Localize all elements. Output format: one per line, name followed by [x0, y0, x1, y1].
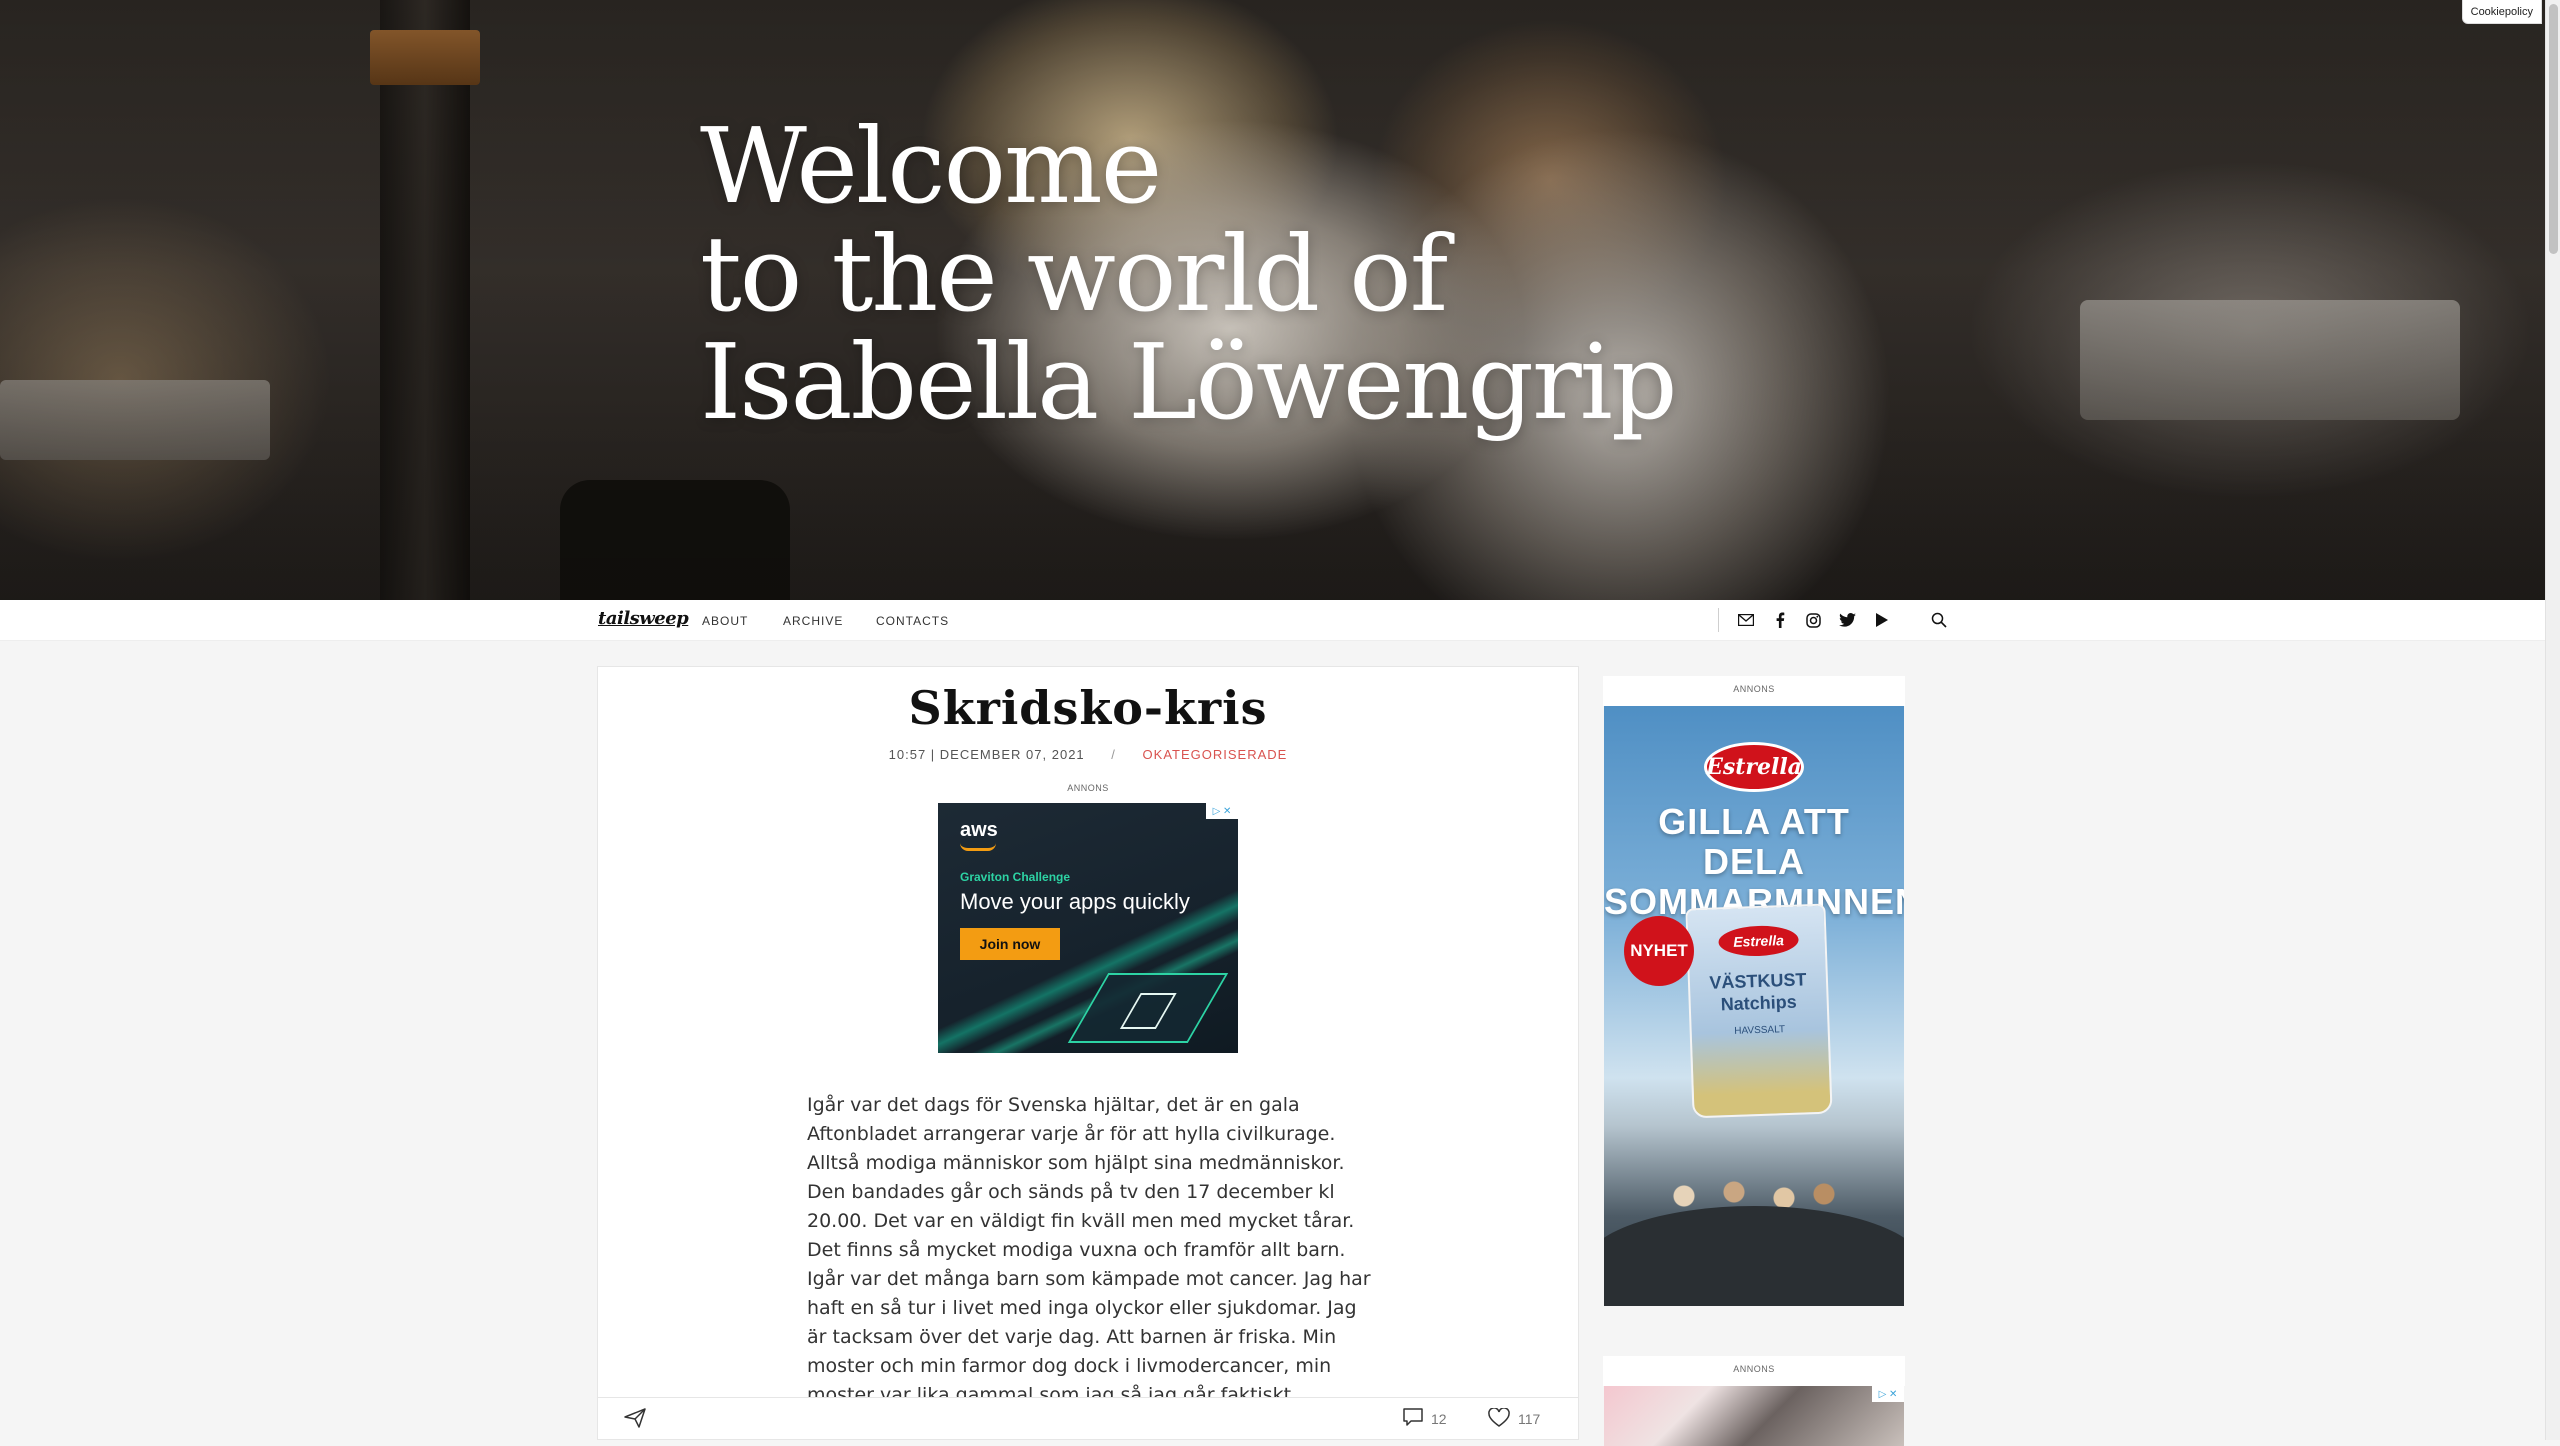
- sidebar-ad-2-header: ANNONS: [1603, 1356, 1905, 1386]
- bag-name: VÄSTKUST Natchips HAVSSALT: [1690, 968, 1828, 1045]
- brand-logo[interactable]: tailsweep: [598, 608, 689, 629]
- share-icon[interactable]: [624, 1408, 648, 1430]
- post-title[interactable]: Skridsko-kris: [598, 681, 1578, 735]
- aws-ad-headline: Move your apps quickly: [960, 889, 1190, 914]
- bag-logo: Estrella: [1718, 924, 1800, 958]
- comments-count[interactable]: 12: [1403, 1408, 1447, 1429]
- cookie-policy-button[interactable]: Cookiepolicy: [2461, 0, 2542, 24]
- post-meta: 10:57 | DECEMBER 07, 2021 / OKATEGORISER…: [598, 747, 1578, 762]
- hero-banner: Welcome to the world of Isabella Löwengr…: [0, 0, 2545, 600]
- comment-icon: [1403, 1408, 1423, 1429]
- estrella-headline: GILLA ATT DELA SOMMARMINNEN: [1604, 802, 1904, 922]
- post-category-link[interactable]: OKATEGORISERADE: [1143, 747, 1288, 762]
- adchoice-icon[interactable]: ▷ ✕: [1206, 803, 1238, 819]
- aws-ad-kicker: Graviton Challenge: [960, 870, 1071, 884]
- estrella-ad-banner[interactable]: Estrella GILLA ATT DELA SOMMARMINNEN Est…: [1604, 706, 1904, 1306]
- chips-bag-image: Estrella VÄSTKUST Natchips HAVSSALT: [1685, 903, 1833, 1119]
- post-body-text: Igår var det dags för Svenska hjältar, d…: [807, 1094, 1371, 1435]
- post-date: 10:57 | DECEMBER 07, 2021: [888, 747, 1085, 762]
- facebook-icon[interactable]: [1770, 610, 1790, 630]
- aws-logo: aws: [960, 819, 998, 841]
- aws-join-now-button[interactable]: Join now: [960, 928, 1060, 960]
- comments-count-value: 12: [1431, 1410, 1447, 1427]
- likes-count[interactable]: 117: [1488, 1407, 1541, 1430]
- youtube-icon[interactable]: [1872, 610, 1892, 630]
- adchoice-icon[interactable]: ▷ ✕: [1872, 1386, 1904, 1402]
- twitter-icon[interactable]: [1837, 610, 1857, 630]
- heart-icon: [1488, 1407, 1510, 1430]
- hero-title-line-2: to the world of: [700, 213, 1448, 335]
- scrollbar-thumb[interactable]: [2549, 4, 2558, 254]
- top-navbar: tailsweep ABOUT ARCHIVE CONTACTS: [0, 600, 2545, 641]
- instagram-icon[interactable]: [1803, 610, 1823, 630]
- hero-title-line-1: Welcome: [700, 105, 1162, 227]
- rock-illustration: [1604, 1206, 1904, 1306]
- nav-link-archive[interactable]: ARCHIVE: [783, 614, 843, 628]
- nav-link-about[interactable]: ABOUT: [702, 614, 748, 628]
- sidebar-ad-2-label: ANNONS: [1733, 1364, 1775, 1374]
- nav-link-contacts[interactable]: CONTACTS: [876, 614, 949, 628]
- post-footer: 12 117: [598, 1397, 1578, 1439]
- nyhet-badge: NYHET: [1624, 916, 1694, 986]
- post-card: Skridsko-kris 10:57 | DECEMBER 07, 2021 …: [597, 666, 1579, 1440]
- estrella-logo: Estrella: [1704, 742, 1804, 792]
- hero-title-line-3: Isabella Löwengrip: [700, 321, 1678, 443]
- aws-ad-banner[interactable]: ▷ ✕ aws Graviton Challenge Move your app…: [938, 803, 1238, 1053]
- page-scrollbar[interactable]: [2545, 0, 2560, 1440]
- sidebar-ad-1-label: ANNONS: [1733, 684, 1775, 694]
- sidebar-ad-2-banner[interactable]: ▷ ✕: [1604, 1386, 1904, 1446]
- inline-ad-label: ANNONS: [1067, 783, 1109, 793]
- search-icon[interactable]: [1929, 610, 1949, 630]
- likes-count-value: 117: [1518, 1411, 1541, 1427]
- sidebar-ad-1-header: ANNONS: [1603, 676, 1905, 706]
- aws-smile-icon: [960, 843, 996, 851]
- hero-title: Welcome to the world of Isabella Löwengr…: [700, 105, 1678, 443]
- estrella-headline-line-1: GILLA ATT DELA: [1658, 801, 1850, 882]
- nav-divider: [1718, 608, 1719, 632]
- meta-separator: /: [1111, 747, 1116, 762]
- chip-illustration: [1067, 973, 1229, 1043]
- mail-icon[interactable]: [1736, 610, 1756, 630]
- bag-flavor: HAVSSALT: [1734, 1024, 1786, 1037]
